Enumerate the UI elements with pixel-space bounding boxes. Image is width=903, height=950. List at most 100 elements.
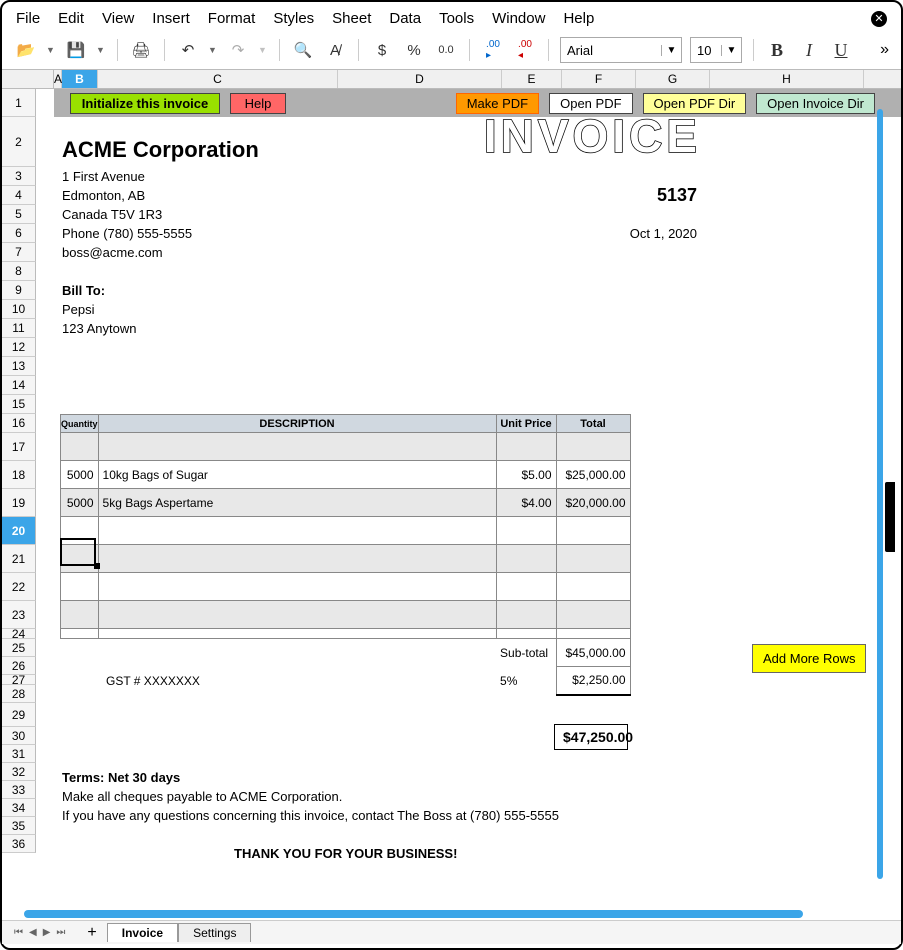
font-size-field[interactable]: ▼: [690, 37, 742, 63]
font-size-input[interactable]: [691, 38, 721, 62]
row-17[interactable]: 17: [2, 433, 36, 461]
row-4[interactable]: 4: [2, 186, 36, 205]
add-decimal-icon[interactable]: .00▸: [481, 38, 505, 62]
row-19[interactable]: 19: [2, 489, 36, 517]
item0-desc[interactable]: 10kg Bags of Sugar: [98, 461, 496, 489]
open-invoice-dir-button[interactable]: Open Invoice Dir: [756, 93, 875, 114]
clear-format-icon[interactable]: A̸: [323, 38, 347, 62]
row-27[interactable]: 27: [2, 675, 36, 685]
col-B[interactable]: B: [62, 70, 98, 88]
menu-view[interactable]: View: [102, 10, 134, 27]
col-F[interactable]: F: [562, 70, 636, 88]
row-18[interactable]: 18: [2, 461, 36, 489]
vertical-scrollbar[interactable]: [877, 109, 883, 879]
font-name-input[interactable]: [561, 38, 661, 62]
cell-fill-handle[interactable]: [94, 563, 100, 569]
item0-qty[interactable]: 5000: [61, 461, 99, 489]
row-7[interactable]: 7: [2, 243, 36, 262]
menu-styles[interactable]: Styles: [273, 10, 314, 27]
row-14[interactable]: 14: [2, 376, 36, 395]
row-35[interactable]: 35: [2, 817, 36, 835]
font-dropdown-icon[interactable]: ▼: [661, 45, 681, 56]
col-G[interactable]: G: [636, 70, 710, 88]
underline-button[interactable]: U: [829, 38, 853, 62]
item0-unit[interactable]: $5.00: [496, 461, 556, 489]
row-33[interactable]: 33: [2, 781, 36, 799]
tab-prev-icon[interactable]: ◀: [27, 927, 39, 938]
undo-icon[interactable]: ↶: [176, 38, 200, 62]
row-25[interactable]: 25: [2, 639, 36, 657]
currency-icon[interactable]: $: [370, 38, 394, 62]
row-5[interactable]: 5: [2, 205, 36, 224]
row-36[interactable]: 36: [2, 835, 36, 853]
row-23[interactable]: 23: [2, 601, 36, 629]
row-10[interactable]: 10: [2, 300, 36, 319]
row-32[interactable]: 32: [2, 763, 36, 781]
menu-help[interactable]: Help: [563, 10, 594, 27]
bold-button[interactable]: B: [765, 38, 789, 62]
menu-tools[interactable]: Tools: [439, 10, 474, 27]
redo-dropdown[interactable]: ▼: [258, 45, 268, 55]
initialize-button[interactable]: Initialize this invoice: [70, 93, 220, 114]
item1-qty[interactable]: 5000: [61, 489, 99, 517]
col-C[interactable]: C: [98, 70, 338, 88]
row-15[interactable]: 15: [2, 395, 36, 414]
sidebar-handle[interactable]: [885, 482, 895, 552]
row-30[interactable]: 30: [2, 727, 36, 745]
redo-icon[interactable]: ↷: [226, 38, 250, 62]
save-dropdown[interactable]: ▼: [96, 45, 106, 55]
horizontal-scrollbar[interactable]: [24, 910, 871, 920]
item1-desc[interactable]: 5kg Bags Aspertame: [98, 489, 496, 517]
tab-invoice[interactable]: Invoice: [107, 923, 178, 942]
help-button[interactable]: Help: [230, 93, 286, 114]
row-2[interactable]: 2: [2, 117, 36, 167]
row-22[interactable]: 22: [2, 573, 36, 601]
item1-unit[interactable]: $4.00: [496, 489, 556, 517]
font-name-field[interactable]: ▼: [560, 37, 682, 63]
row-11[interactable]: 11: [2, 319, 36, 338]
tab-settings[interactable]: Settings: [178, 923, 251, 942]
menu-data[interactable]: Data: [389, 10, 421, 27]
row-13[interactable]: 13: [2, 357, 36, 376]
close-icon[interactable]: ✕: [871, 11, 887, 27]
col-H[interactable]: H: [710, 70, 864, 88]
row-20[interactable]: 20: [2, 517, 36, 545]
row-34[interactable]: 34: [2, 799, 36, 817]
row-6[interactable]: 6: [2, 224, 36, 243]
row-9[interactable]: 9: [2, 281, 36, 300]
tab-first-icon[interactable]: ⏮: [12, 927, 25, 938]
col-D[interactable]: D: [338, 70, 502, 88]
undo-dropdown[interactable]: ▼: [208, 45, 218, 55]
menu-insert[interactable]: Insert: [152, 10, 190, 27]
row-28[interactable]: 28: [2, 685, 36, 703]
menu-edit[interactable]: Edit: [58, 10, 84, 27]
number-icon[interactable]: 0.0: [434, 38, 458, 62]
add-sheet-icon[interactable]: +: [87, 924, 96, 942]
tab-last-icon[interactable]: ⏭: [54, 927, 67, 938]
select-all-corner[interactable]: [2, 70, 54, 88]
row-31[interactable]: 31: [2, 745, 36, 763]
percent-icon[interactable]: %: [402, 38, 426, 62]
menu-sheet[interactable]: Sheet: [332, 10, 371, 27]
menu-format[interactable]: Format: [208, 10, 256, 27]
more-icon[interactable]: »: [880, 41, 889, 59]
italic-button[interactable]: I: [797, 38, 821, 62]
find-icon[interactable]: 🔍: [291, 38, 315, 62]
row-24[interactable]: 24: [2, 629, 36, 639]
menu-window[interactable]: Window: [492, 10, 545, 27]
row-16[interactable]: 16: [2, 414, 36, 433]
menu-file[interactable]: File: [16, 10, 40, 27]
row-21[interactable]: 21: [2, 545, 36, 573]
size-dropdown-icon[interactable]: ▼: [721, 45, 741, 56]
row-12[interactable]: 12: [2, 338, 36, 357]
open-icon[interactable]: 📂: [14, 38, 38, 62]
col-A[interactable]: A: [54, 70, 62, 88]
remove-decimal-icon[interactable]: .00◂: [513, 38, 537, 62]
row-1[interactable]: 1: [2, 89, 36, 117]
col-E[interactable]: E: [502, 70, 562, 88]
print-icon[interactable]: 🖨: [129, 38, 153, 62]
row-3[interactable]: 3: [2, 167, 36, 186]
save-icon[interactable]: 💾: [64, 38, 88, 62]
tab-next-icon[interactable]: ▶: [41, 927, 53, 938]
row-8[interactable]: 8: [2, 262, 36, 281]
